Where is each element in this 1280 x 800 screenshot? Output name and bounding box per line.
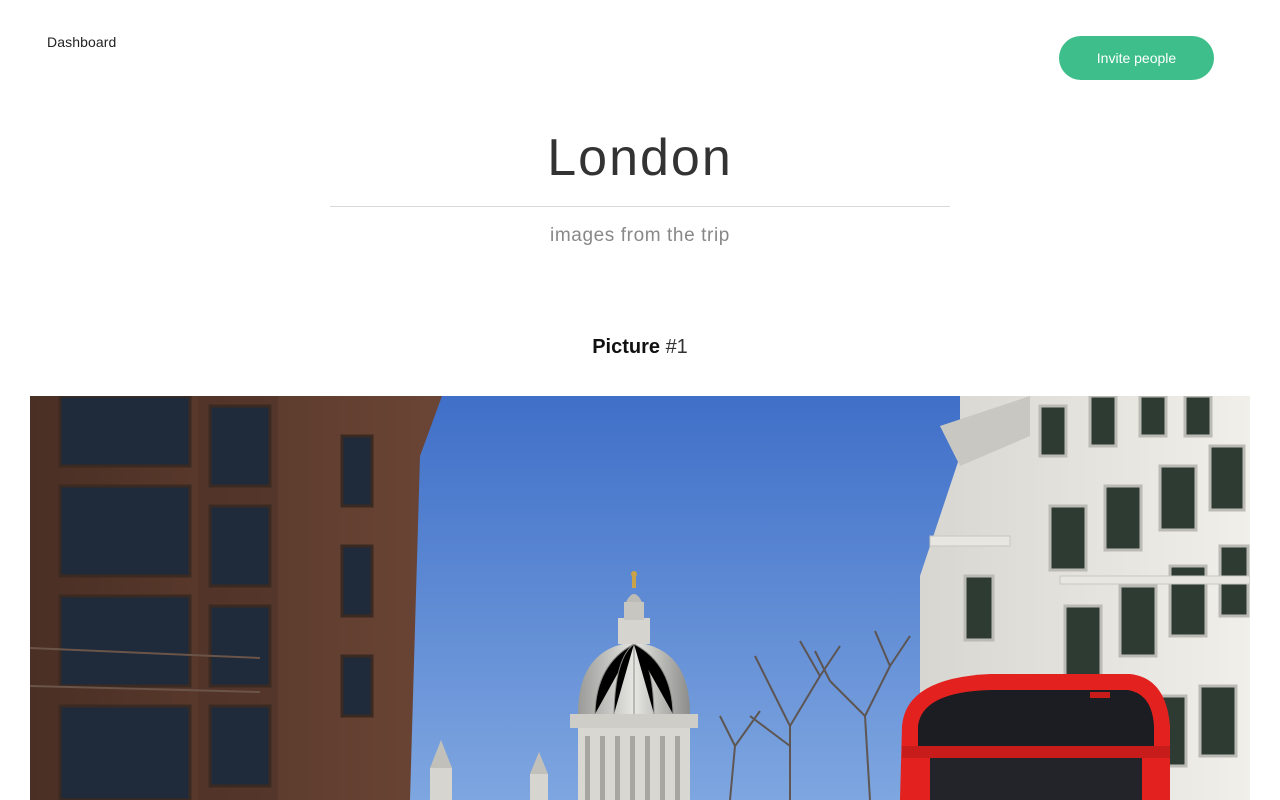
title-divider: [330, 206, 950, 207]
invite-people-button[interactable]: Invite people: [1059, 36, 1214, 80]
top-bar: Dashboard Invite people: [0, 0, 1280, 100]
album-header: London images from the trip: [0, 120, 1280, 247]
page-subtitle: images from the trip: [550, 225, 730, 246]
picture-label: Picture: [592, 336, 660, 358]
picture-heading: Picture #1: [0, 336, 1280, 359]
brick-building: [30, 396, 442, 800]
picture-number: #1: [665, 336, 688, 358]
page-title: London: [547, 129, 733, 187]
dashboard-link[interactable]: Dashboard: [47, 34, 116, 50]
photo-illustration: [30, 396, 1250, 800]
red-bus: [900, 674, 1170, 800]
london-street-photo[interactable]: [30, 396, 1250, 800]
